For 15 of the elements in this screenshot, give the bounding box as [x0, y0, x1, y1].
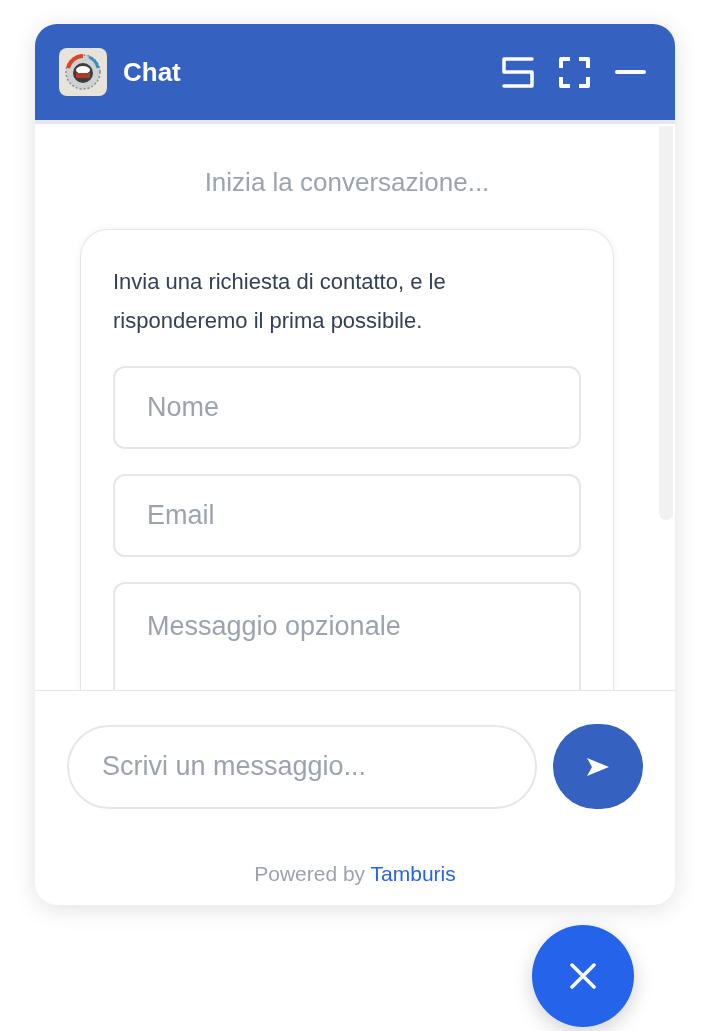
- contact-request-text: Invia una richiesta di contatto, e le risponderemo il prima possibile.: [113, 268, 447, 335]
- send-icon: [587, 757, 609, 776]
- intro-text: Inizia la conversazione...: [204, 166, 490, 198]
- s-shape-icon[interactable]: [502, 56, 534, 88]
- round-logo-icon: [59, 48, 107, 96]
- input-field[interactable]: Nome: [113, 366, 581, 449]
- text-area[interactable]: Messaggio opzionale: [113, 582, 581, 690]
- minimize-icon[interactable]: [615, 70, 646, 74]
- close-icon: [570, 963, 596, 989]
- message-input[interactable]: Scrivi un messaggio...: [67, 724, 537, 809]
- powered-by-text: Powered by Tamburis: [253, 861, 457, 887]
- brand-link[interactable]: Tamburis: [370, 862, 456, 885]
- input-field[interactable]: Email: [113, 474, 581, 557]
- expand-icon[interactable]: [559, 56, 590, 88]
- chat-title: Chat: [123, 55, 181, 89]
